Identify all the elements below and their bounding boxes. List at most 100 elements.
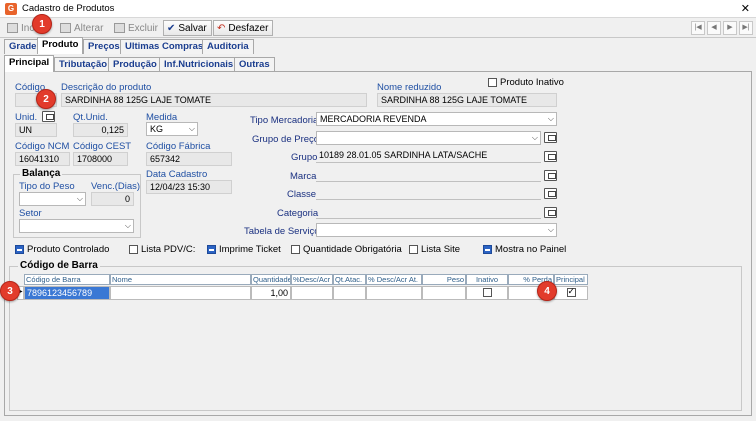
- col-codigo-barra[interactable]: Código de Barra: [24, 274, 110, 285]
- balanca-title: Balança: [20, 168, 63, 179]
- descricao-label: Descrição do produto: [61, 82, 152, 93]
- prev-record-button[interactable]: ◀: [707, 21, 721, 35]
- cell-codigo-barra[interactable]: 7896123456789: [24, 286, 110, 300]
- categoria-field[interactable]: [316, 205, 541, 219]
- tab-outras[interactable]: Outras: [234, 57, 275, 72]
- classe-field[interactable]: [316, 186, 541, 200]
- col-inativo[interactable]: Inativo: [466, 274, 508, 285]
- col-desc-acr-at[interactable]: % Desc/Acr At.: [366, 274, 422, 285]
- app-logo-icon: G: [5, 3, 17, 15]
- annotation-badge-1: 1: [32, 14, 52, 34]
- nome-reduzido-field[interactable]: SARDINHA 88 125G LAJE TOMATE: [377, 93, 557, 107]
- medida-select[interactable]: KG ⌵: [146, 122, 198, 136]
- tipo-mercadoria-label: Tipo Mercadoria: [250, 115, 319, 126]
- check-icon: ✔: [167, 22, 176, 34]
- alterar-button[interactable]: Alterar: [56, 20, 108, 36]
- grupo-preco-select[interactable]: ⌵: [316, 131, 541, 145]
- qt-unid-field[interactable]: 0,125: [73, 123, 128, 137]
- annotation-badge-2: 2: [36, 89, 56, 109]
- produto-controlado-checkbox[interactable]: Produto Controlado: [15, 244, 109, 255]
- tab-principal[interactable]: Principal: [4, 55, 55, 72]
- toolbar: Incluir Alterar Excluir ✔Salvar ↶Desfaze…: [0, 18, 756, 38]
- main-tabs: Grade Produto Preços Ultimas Compras Aud…: [4, 37, 752, 54]
- cell-desc-acr-at[interactable]: [366, 286, 422, 300]
- close-icon[interactable]: ✕: [741, 0, 750, 18]
- unid-field[interactable]: UN: [15, 123, 57, 137]
- title-bar: G Cadastro de Produtos ✕: [0, 0, 756, 18]
- tab-ultimas-compras[interactable]: Ultimas Compras: [120, 39, 209, 54]
- lista-site-checkbox[interactable]: Lista Site: [409, 244, 460, 255]
- next-record-button[interactable]: ▶: [723, 21, 737, 35]
- delete-icon: [114, 23, 125, 33]
- tabela-servico-label: Tabela de Serviço: [244, 226, 320, 237]
- tab-inf-nutricionais[interactable]: Inf.Nutricionais: [159, 57, 239, 72]
- grupo-label: Grupo: [291, 152, 318, 163]
- tipo-mercadoria-select[interactable]: MERCADORIA REVENDA ⌵: [316, 112, 557, 126]
- col-principal[interactable]: Principal: [554, 274, 588, 285]
- imprime-ticket-checkbox[interactable]: Imprime Ticket: [207, 244, 281, 255]
- grupo-field[interactable]: 10189 28.01.05 SARDINHA LATA/SACHE: [316, 149, 541, 163]
- marca-field[interactable]: [316, 168, 541, 182]
- tabela-servico-select[interactable]: ⌵: [316, 223, 557, 237]
- principal-checkbox[interactable]: ✓: [566, 286, 576, 297]
- tab-auditoria[interactable]: Auditoria: [202, 39, 254, 54]
- data-cadastro-label: Data Cadastro: [146, 169, 208, 180]
- grupo-preco-lookup-icon[interactable]: [544, 132, 557, 143]
- quantidade-obrigatoria-checkbox[interactable]: Quantidade Obrigatória: [291, 244, 402, 255]
- excluir-button[interactable]: Excluir: [110, 20, 163, 36]
- cell-quantidade[interactable]: 1,00: [251, 286, 291, 300]
- grupo-preco-label: Grupo de Preço: [252, 134, 320, 145]
- fabrica-field[interactable]: 657342: [146, 152, 232, 166]
- lista-pdv-checkbox[interactable]: Lista PDV/C:: [129, 244, 195, 255]
- tab-produto[interactable]: Produto: [37, 37, 84, 54]
- produto-inativo-checkbox[interactable]: Produto Inativo: [488, 77, 564, 88]
- col-peso[interactable]: Peso: [422, 274, 466, 285]
- data-cadastro-field: 12/04/23 15:30: [146, 180, 232, 194]
- tipo-peso-select[interactable]: ⌵: [19, 192, 86, 206]
- fabrica-label: Código Fábrica: [146, 141, 211, 152]
- tab-tributacao[interactable]: Tributação: [54, 57, 113, 72]
- cest-label: Código CEST: [73, 141, 132, 152]
- classe-lookup-icon[interactable]: [544, 188, 557, 199]
- categoria-label: Categoria: [277, 208, 319, 219]
- col-nome[interactable]: Nome: [110, 274, 251, 285]
- cell-nome[interactable]: [110, 286, 251, 300]
- ncm-field[interactable]: 16041310: [15, 152, 70, 166]
- sub-tabs: Principal Tributação Produção Inf.Nutric…: [4, 55, 752, 72]
- col-qt-atac[interactable]: Qt.Atac.: [333, 274, 366, 285]
- cell-desc-acr[interactable]: [291, 286, 333, 300]
- desfazer-button[interactable]: ↶ Desfazer: [213, 20, 274, 36]
- nome-reduzido-label: Nome reduzido: [377, 82, 442, 93]
- grupo-lookup-icon[interactable]: [544, 151, 557, 162]
- tab-producao[interactable]: Produção: [108, 57, 162, 72]
- cell-qt-atac[interactable]: [333, 286, 366, 300]
- tab-grade[interactable]: Grade: [4, 39, 42, 54]
- categoria-lookup-icon[interactable]: [544, 207, 557, 218]
- cell-principal[interactable]: ✓: [554, 286, 588, 300]
- edit-icon: [60, 23, 71, 33]
- cest-field[interactable]: 1708000: [73, 152, 128, 166]
- window-title: Cadastro de Produtos: [22, 3, 115, 14]
- inativo-checkbox[interactable]: [482, 288, 492, 297]
- marca-lookup-icon[interactable]: [544, 170, 557, 181]
- chevron-down-icon: ⌵: [124, 221, 131, 230]
- unid-lookup-icon[interactable]: [42, 111, 55, 122]
- tab-precos[interactable]: Preços: [83, 39, 125, 54]
- setor-select[interactable]: ⌵: [19, 219, 134, 233]
- col-desc-acr[interactable]: %Desc/Acr: [291, 274, 333, 285]
- cell-inativo[interactable]: [466, 286, 508, 300]
- add-icon: [7, 23, 18, 33]
- col-quantidade[interactable]: Quantidade: [251, 274, 291, 285]
- cell-peso[interactable]: [422, 286, 466, 300]
- last-record-button[interactable]: ▶|: [739, 21, 753, 35]
- annotation-badge-3: 3: [0, 281, 20, 301]
- first-record-button[interactable]: |◀: [691, 21, 705, 35]
- tipo-peso-label: Tipo do Peso: [19, 181, 75, 192]
- salvar-button[interactable]: ✔ Salvar: [163, 20, 212, 36]
- marca-label: Marca: [290, 171, 317, 182]
- chevron-down-icon: ⌵: [76, 194, 83, 203]
- venc-field[interactable]: 0: [91, 192, 134, 206]
- descricao-field[interactable]: SARDINHA 88 125G LAJE TOMATE: [61, 93, 367, 107]
- mostra-painel-checkbox[interactable]: Mostra no Painel: [483, 244, 566, 255]
- check-icon: ✓: [567, 286, 576, 296]
